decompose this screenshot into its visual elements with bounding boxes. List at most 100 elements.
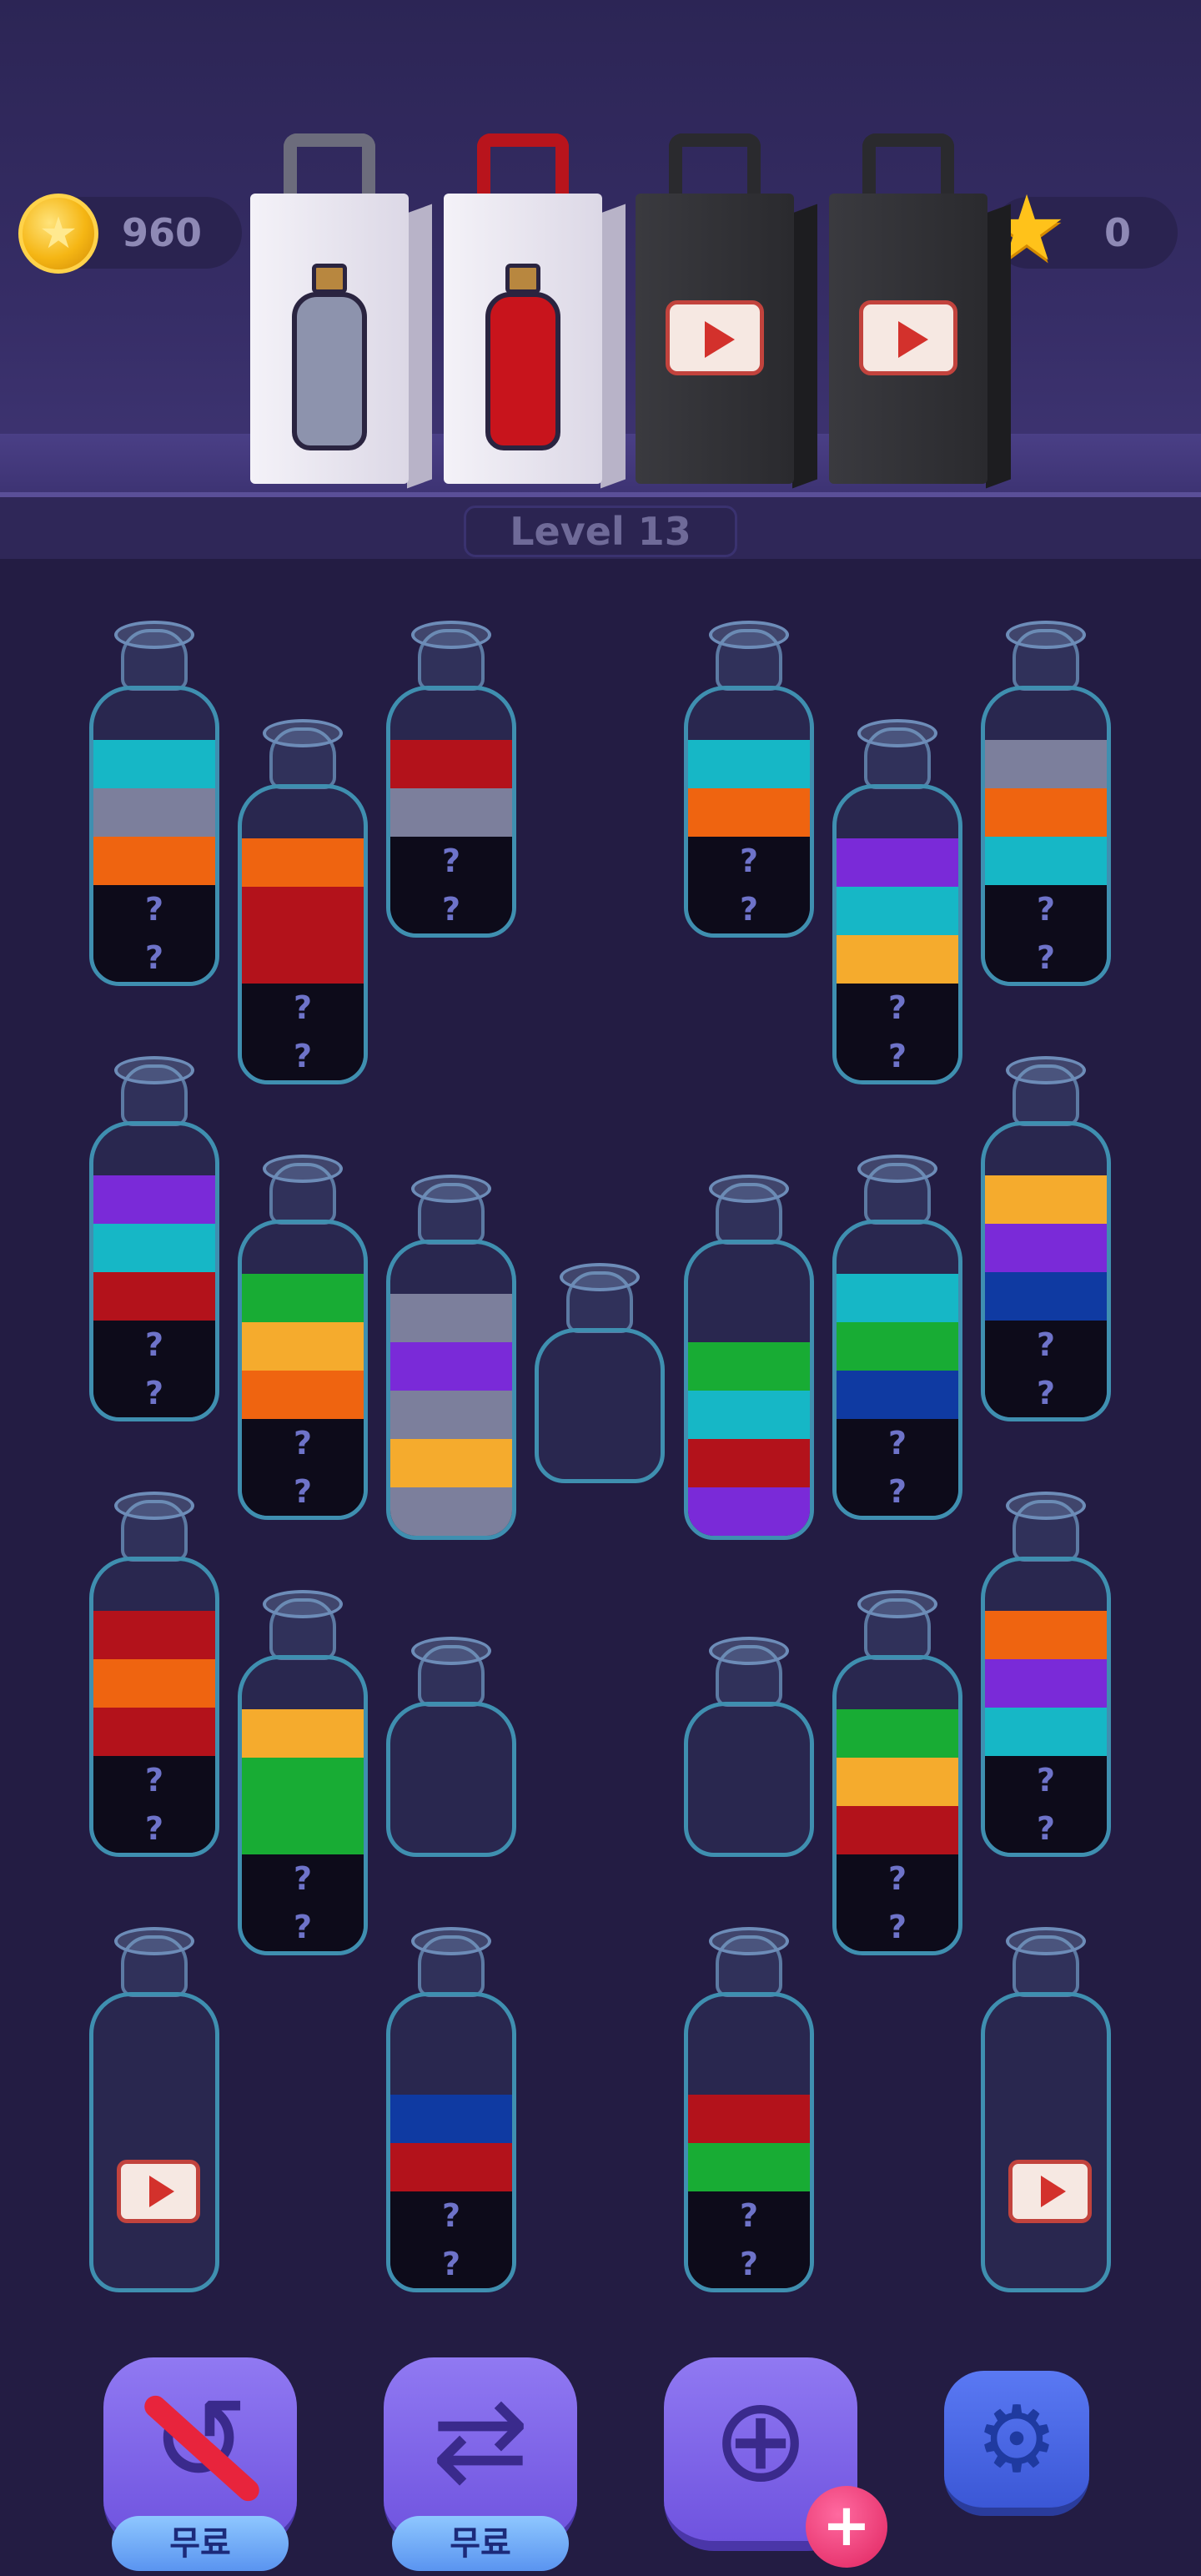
bottle-18[interactable]: ?? (832, 1590, 962, 1955)
plus-badge-icon: + (806, 2486, 887, 2568)
grey-layer (390, 1391, 512, 1439)
hidden-layer: ? (985, 1369, 1107, 1417)
red-layer (93, 1708, 215, 1756)
bottle-9[interactable] (386, 1175, 516, 1540)
settings-button[interactable]: ⚙ (944, 2371, 1089, 2516)
hidden-layer: ? (837, 1419, 958, 1467)
bottle-liquid: ?? (837, 1274, 958, 1516)
shuffle-icon: ⇄ (431, 2372, 530, 2508)
bottle-1[interactable]: ?? (89, 621, 219, 986)
bottle-rim (263, 1155, 343, 1183)
cyan-layer (93, 1224, 215, 1272)
hidden-layer: ? (242, 1903, 364, 1951)
undo-button[interactable]: ↺ 무료 (103, 2357, 297, 2571)
video-bag-2[interactable] (829, 133, 1011, 489)
bottle-19[interactable]: ?? (981, 1492, 1111, 1857)
bottle-glass: ?? (386, 1992, 516, 2292)
purple-layer (985, 1659, 1107, 1708)
bottle-rim (709, 1175, 789, 1203)
cyan-layer (985, 1708, 1107, 1756)
hidden-layer: ? (93, 933, 215, 982)
bottle-glass: ?? (832, 1220, 962, 1520)
bottle-4[interactable]: ?? (684, 621, 814, 938)
bottle-17[interactable] (684, 1637, 814, 1857)
bottle-14[interactable]: ?? (89, 1492, 219, 1857)
red-layer (390, 2143, 512, 2191)
add-tube-button[interactable]: ⊕ + (664, 2357, 887, 2568)
hidden-layer: ? (242, 1419, 364, 1467)
bottle-glass (386, 1702, 516, 1857)
bottle-liquid: ?? (93, 740, 215, 982)
bottle-liquid: ?? (242, 838, 364, 1080)
green-layer (837, 1322, 958, 1371)
green-layer (242, 1758, 364, 1806)
grey-layer (390, 1487, 512, 1536)
bottle-12[interactable]: ?? (832, 1155, 962, 1520)
bottle-rim (411, 1637, 491, 1665)
bottle-7[interactable]: ?? (89, 1056, 219, 1421)
bottle-rim (263, 719, 343, 747)
orange-layer (242, 838, 364, 887)
cyan-layer (837, 1274, 958, 1322)
bottle-rim (1006, 1492, 1086, 1520)
bottle-3[interactable]: ?? (386, 621, 516, 938)
bottle-20[interactable]: Free (89, 1927, 219, 2292)
bottle-glass: ?? (981, 686, 1111, 986)
bottle-rim (709, 621, 789, 649)
bottle-rim (1006, 621, 1086, 649)
bottle-10[interactable] (535, 1263, 665, 1483)
hidden-layer: ? (688, 2191, 810, 2240)
video-play-icon (666, 300, 764, 375)
shuffle-free-label: 무료 (392, 2516, 569, 2571)
yellow-layer (837, 1758, 958, 1806)
hidden-layer: ? (688, 837, 810, 885)
bottle-13[interactable]: ?? (981, 1056, 1111, 1421)
bottle-rim (411, 1927, 491, 1955)
bottle-21[interactable]: ?? (386, 1927, 516, 2292)
green-layer (242, 1806, 364, 1854)
shuffle-button[interactable]: ⇄ 무료 (384, 2357, 577, 2571)
cyan-layer (837, 887, 958, 935)
orange-layer (93, 1659, 215, 1708)
hidden-layer: ? (837, 1032, 958, 1080)
blue-layer (985, 1272, 1107, 1321)
video-play-icon (859, 300, 957, 375)
bottle-rim (114, 1056, 194, 1084)
hidden-layer: ? (93, 885, 215, 933)
red-layer (837, 1806, 958, 1854)
purple-layer (985, 1224, 1107, 1272)
red-layer (390, 740, 512, 788)
bottle-liquid: ?? (390, 740, 512, 933)
grey-bottle-bag[interactable] (250, 133, 432, 489)
bottle-liquid: ?? (837, 838, 958, 1080)
bottle-rim (857, 719, 937, 747)
video-bag-1[interactable] (636, 133, 817, 489)
bottle-15[interactable]: ?? (238, 1590, 368, 1955)
red-bottle-bag[interactable] (444, 133, 626, 489)
blue-layer (837, 1371, 958, 1419)
bottle-6[interactable]: ?? (981, 621, 1111, 986)
cork-icon (505, 264, 540, 294)
bottle-23[interactable]: Free (981, 1927, 1111, 2292)
bottle-glass: ?? (89, 1121, 219, 1421)
bottle-8[interactable]: ?? (238, 1155, 368, 1520)
yellow-layer (242, 1322, 364, 1371)
bottle-liquid (390, 1294, 512, 1536)
purple-layer (837, 838, 958, 887)
bottle-liquid: ?? (93, 1611, 215, 1853)
bottle-5[interactable]: ?? (832, 719, 962, 1084)
bottle-11[interactable] (684, 1175, 814, 1540)
hidden-layer: ? (390, 2240, 512, 2288)
bottle-16[interactable] (386, 1637, 516, 1857)
hidden-layer: ? (390, 2191, 512, 2240)
bottle-rim (709, 1927, 789, 1955)
hidden-layer: ? (242, 984, 364, 1032)
video-play-icon (1008, 2160, 1092, 2223)
hidden-layer: ? (985, 885, 1107, 933)
cyan-layer (93, 740, 215, 788)
bottle-2[interactable]: ?? (238, 719, 368, 1084)
hidden-layer: ? (985, 1804, 1107, 1853)
bottle-22[interactable]: ?? (684, 1927, 814, 2292)
yellow-layer (390, 1439, 512, 1487)
bottle-glass: ?? (238, 1655, 368, 1955)
